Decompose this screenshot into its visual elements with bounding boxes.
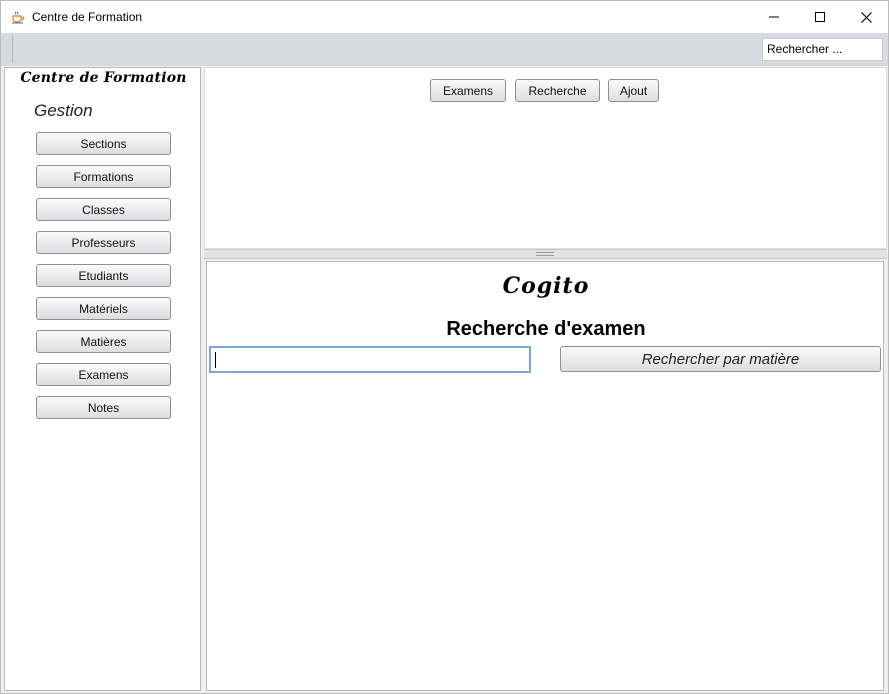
page-title: Recherche d'examen [446, 318, 646, 340]
sidebar-item-materiels[interactable]: Matériels [36, 297, 171, 320]
sidebar-item-classes[interactable]: Classes [36, 198, 171, 221]
minimize-button[interactable] [751, 1, 797, 33]
sidebar-brand: Centre de Formation [20, 70, 187, 86]
close-button[interactable] [843, 1, 889, 33]
sidebar-item-professeurs[interactable]: Professeurs [36, 231, 171, 254]
title-bar[interactable]: Centre de Formation [1, 1, 888, 33]
sidebar: Centre de Formation Gestion Sections For… [4, 67, 201, 691]
sidebar-item-examens[interactable]: Examens [36, 363, 171, 386]
sidebar-item-formations[interactable]: Formations [36, 165, 171, 188]
exam-search-input[interactable] [209, 346, 531, 373]
sidebar-section-label: Gestion [34, 101, 93, 120]
search-by-subject-button[interactable]: Rechercher par matière [560, 346, 881, 372]
close-icon [860, 11, 872, 23]
split-divider[interactable] [204, 249, 887, 259]
sidebar-item-matieres[interactable]: Matières [36, 330, 171, 353]
maximize-button[interactable] [797, 1, 843, 33]
recherche-button[interactable]: Recherche [515, 79, 600, 102]
sidebar-item-notes[interactable]: Notes [36, 396, 171, 419]
toolbar-grip[interactable] [12, 35, 14, 63]
action-panel: Examens Recherche Ajout [204, 67, 887, 249]
content-panel: Cogito Recherche d'examen Rechercher par… [206, 261, 884, 691]
minimize-icon [769, 16, 779, 18]
splitter-handle-icon[interactable] [536, 252, 554, 256]
sidebar-item-etudiants[interactable]: Etudiants [36, 264, 171, 287]
coffee-cup-app-icon [12, 11, 25, 24]
text-caret [215, 352, 216, 368]
cogito-logo: Cogito [502, 273, 590, 299]
ajout-button[interactable]: Ajout [608, 79, 659, 102]
global-search-input[interactable]: Rechercher ... [762, 38, 883, 61]
sidebar-item-sections[interactable]: Sections [36, 132, 171, 155]
window-title: Centre de Formation [32, 10, 143, 24]
app-window: Centre de Formation Rechercher ... Centr… [0, 0, 889, 694]
toolbar: Rechercher ... [1, 33, 888, 66]
examens-button[interactable]: Examens [430, 79, 506, 102]
maximize-icon [815, 12, 825, 22]
